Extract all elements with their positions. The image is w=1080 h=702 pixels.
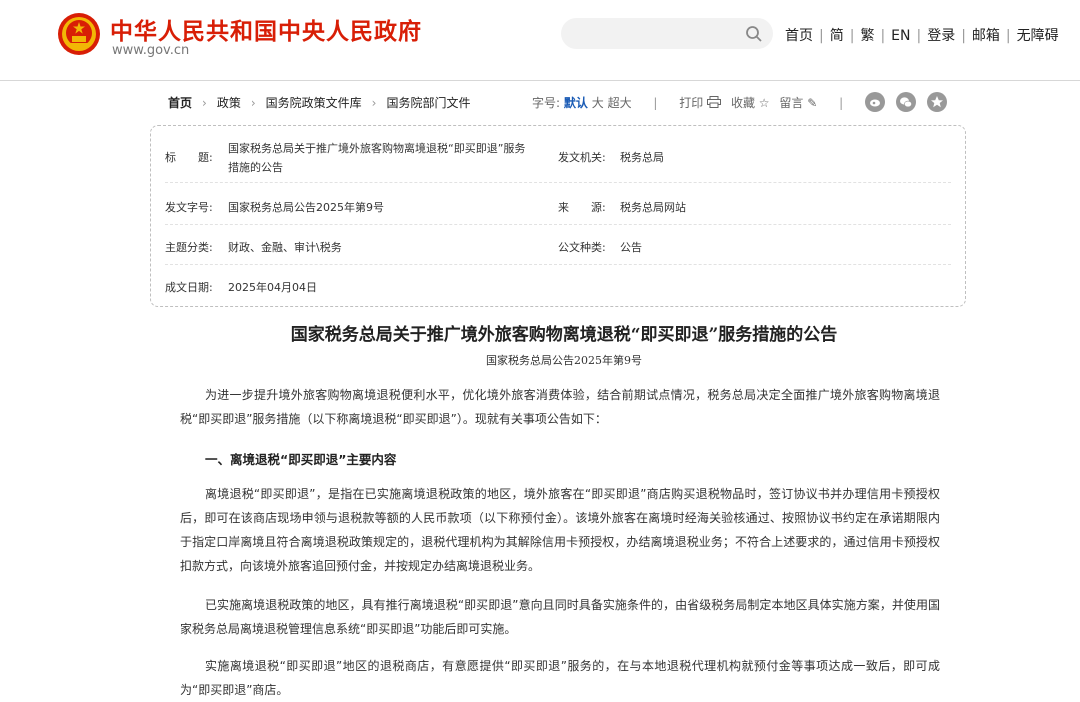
- nav-english[interactable]: EN: [891, 28, 910, 44]
- font-size-xlarge[interactable]: 超大: [608, 96, 632, 110]
- comment-label: 留言: [779, 96, 804, 110]
- star-icon: ☆: [754, 96, 770, 110]
- search-icon[interactable]: [745, 25, 763, 43]
- doc-no-value: 国家税务总局公告2025年第9号: [228, 201, 384, 214]
- article-title: 国家税务总局关于推广境外旅客购物离境退税“即买即退”服务措施的公告: [290, 325, 838, 345]
- wechat-icon[interactable]: [896, 92, 916, 112]
- type-label: 公文种类:: [558, 241, 606, 254]
- page-tools: 字号: 默认 大 超大 | 打印 收藏 ☆ 留言 ✎ |: [532, 94, 861, 111]
- print-label: 打印: [679, 96, 704, 110]
- nav-login[interactable]: 登录: [927, 28, 955, 44]
- nav-separator: |: [849, 28, 855, 44]
- font-size-label: 字号:: [532, 96, 561, 110]
- date-value: 2025年04月04日: [228, 281, 317, 294]
- nav-separator: |: [916, 28, 922, 44]
- nav-simplified[interactable]: 简: [830, 28, 844, 44]
- site-url[interactable]: www.gov.cn: [112, 43, 189, 58]
- topic-value: 财政、金融、审计\税务: [228, 241, 342, 254]
- nav-traditional[interactable]: 繁: [860, 28, 874, 44]
- breadcrumb-policy[interactable]: 政策: [217, 96, 241, 110]
- type-value: 公告: [620, 241, 642, 254]
- row-divider: [165, 182, 951, 183]
- source-value: 税务总局网站: [620, 201, 686, 214]
- pencil-icon: ✎: [803, 96, 818, 110]
- nav-separator: |: [1005, 28, 1011, 44]
- section-heading: 一、离境退税“即买即退”主要内容: [205, 452, 397, 467]
- paragraph-implementation: 已实施离境退税政策的地区，具有推行离境退税“即买即退”意向且同时具备实施条件的，…: [180, 598, 940, 636]
- comment-button[interactable]: 留言 ✎: [779, 96, 817, 110]
- font-size-default[interactable]: 默认: [564, 96, 588, 110]
- search-input[interactable]: [561, 18, 773, 49]
- document-info-table: 标 题: 国家税务总局关于推广境外旅客购物离境退税“即买即退”服务 措施的公告 …: [150, 125, 966, 307]
- print-button[interactable]: 打印: [679, 96, 725, 110]
- font-size-large[interactable]: 大: [592, 96, 604, 110]
- nav-separator: |: [880, 28, 886, 44]
- row-divider: [165, 264, 951, 265]
- date-label: 成文日期:: [165, 281, 213, 294]
- site-title[interactable]: 中华人民共和国中央人民政府: [110, 12, 422, 46]
- weibo-icon[interactable]: [865, 92, 885, 112]
- nav-separator: |: [819, 28, 824, 44]
- favorite-star-icon[interactable]: [927, 92, 947, 112]
- topic-label: 主题分类:: [165, 241, 213, 254]
- tools-separator: |: [653, 96, 658, 110]
- nav-home[interactable]: 首页: [785, 28, 813, 44]
- breadcrumb-policy-library[interactable]: 国务院政策文件库: [266, 96, 362, 110]
- breadcrumb-dept-docs[interactable]: 国务院部门文件: [386, 96, 470, 110]
- title-value-line1: 国家税务总局关于推广境外旅客购物离境退税“即买即退”服务: [228, 142, 526, 155]
- paragraph-content: 离境退税“即买即退”，是指在已实施离境退税政策的地区，境外旅客在“即买即退”商店…: [180, 487, 940, 573]
- breadcrumb-bar: 首页 › 政策 › 国务院政策文件库 › 国务院部门文件 字号: 默认 大 超大 | 打印 …: [0, 94, 1080, 112]
- article-subtitle: 国家税务总局公告2025年第9号: [486, 354, 642, 367]
- issuer-value: 税务总局: [620, 151, 664, 164]
- row-divider: [165, 224, 951, 225]
- top-nav: 首页 | 简 | 繁 | EN | 登录 | 邮箱 | 无障碍: [785, 25, 1059, 45]
- favorite-button[interactable]: 收藏 ☆: [731, 96, 770, 110]
- site-header: 中华人民共和国中央人民政府 www.gov.cn 首页 | 简 | 繁 | EN | 登录 | 邮箱…: [0, 0, 1080, 81]
- print-icon: [707, 96, 722, 108]
- source-label: 来 源:: [558, 201, 606, 214]
- breadcrumb: 首页 › 政策 › 国务院政策文件库 › 国务院部门文件: [168, 94, 471, 111]
- doc-no-label: 发文字号:: [165, 201, 213, 214]
- tools-separator: |: [839, 96, 844, 110]
- nav-accessibility[interactable]: 无障碍: [1017, 28, 1059, 44]
- breadcrumb-arrow: ›: [371, 96, 377, 110]
- paragraph-intro: 为进一步提升境外旅客购物离境退税便利水平，优化境外旅客消费体验，结合前期试点情况…: [180, 388, 940, 426]
- title-label: 标 题:: [165, 151, 213, 164]
- favorite-label: 收藏: [730, 96, 755, 110]
- breadcrumb-home[interactable]: 首页: [168, 96, 192, 110]
- breadcrumb-arrow: ›: [250, 96, 256, 110]
- issuer-label: 发文机关:: [558, 151, 606, 164]
- national-emblem-icon[interactable]: [57, 12, 101, 56]
- nav-mail[interactable]: 邮箱: [972, 28, 1000, 44]
- breadcrumb-arrow: ›: [202, 96, 207, 110]
- nav-separator: |: [961, 28, 966, 44]
- title-value-line2: 措施的公告: [228, 161, 283, 174]
- paragraph-stores: 实施离境退税“即买即退”地区的退税商店，有意愿提供“即买即退”服务的，在与本地退…: [180, 659, 940, 697]
